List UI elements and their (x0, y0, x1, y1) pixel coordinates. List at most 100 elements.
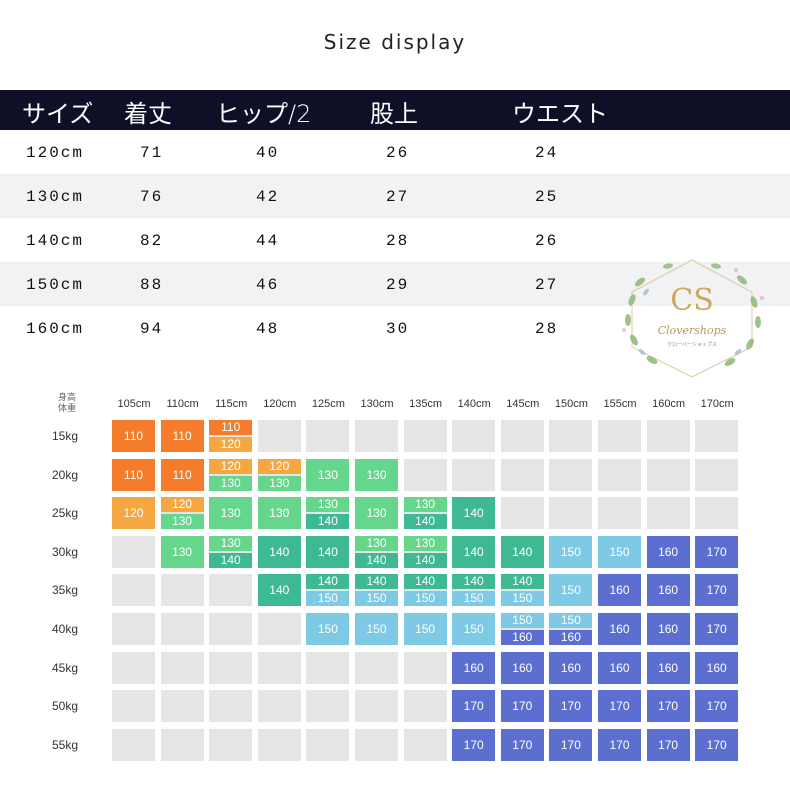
empty-cell (500, 458, 544, 491)
size-table-cell: 150cm (26, 276, 85, 294)
chart-row-header: 20kg (52, 467, 79, 482)
chart-column-header: 130cm (360, 398, 394, 410)
chart-row-header: 35kg (52, 583, 79, 598)
chart-column-header: 155cm (603, 398, 637, 410)
size-value: 130 (209, 497, 253, 530)
size-cell: 140 (257, 574, 301, 607)
size-cell: 160 (646, 613, 690, 645)
size-cell: 170 (500, 690, 544, 723)
chart-column-header: 125cm (311, 398, 345, 410)
size-table-cell: 140cm (26, 232, 85, 250)
size-cell: 150 (452, 613, 496, 645)
size-value: 160 (646, 613, 690, 645)
empty-cell (403, 651, 447, 684)
size-table-row: 130cm 76 42 27 25 (0, 174, 790, 218)
size-value: 170 (452, 690, 496, 723)
size-value: 160 (598, 574, 641, 607)
size-value: 130 (209, 535, 253, 551)
empty-cell (598, 420, 641, 452)
size-cell: 130 (306, 458, 350, 491)
size-cell: 150 (355, 613, 398, 645)
size-cell: 140 (452, 535, 496, 568)
size-value: 160 (452, 651, 496, 684)
size-value: 160 (500, 651, 544, 684)
size-table-cell: 120cm (26, 144, 85, 162)
empty-cell (500, 497, 544, 530)
chart-column-header: 170cm (700, 398, 734, 410)
size-value: 140 (452, 497, 496, 530)
size-value: 110 (112, 458, 155, 491)
size-cell: 170 (695, 613, 739, 645)
chart-corner-label: 身高 体重 (58, 393, 76, 415)
chart-row-header: 45kg (52, 660, 79, 675)
size-value: 150 (598, 535, 641, 568)
size-cell: 130 (209, 497, 253, 530)
size-table-cell: 29 (386, 276, 410, 294)
size-value: 160 (500, 630, 544, 645)
empty-cell (160, 690, 204, 723)
empty-cell (112, 535, 155, 568)
empty-cell (306, 690, 350, 723)
size-cell: 160 (452, 651, 496, 684)
size-value: 130 (355, 497, 398, 530)
empty-cell (355, 651, 398, 684)
size-cell: 160 (598, 613, 641, 645)
empty-cell (257, 613, 301, 645)
size-value: 130 (403, 535, 447, 551)
size-table-cell: 28 (386, 232, 410, 250)
size-cell: 110 (160, 458, 204, 491)
size-cell: 160 (646, 651, 690, 684)
chart-row-header: 55kg (52, 737, 79, 752)
chart-column-header: 110cm (166, 398, 199, 410)
chart-row-header: 25kg (52, 506, 79, 521)
size-table-cell: 48 (256, 320, 280, 338)
size-cell: 150 (549, 574, 593, 607)
size-table-cell: 26 (386, 144, 410, 162)
size-value: 170 (549, 690, 593, 723)
size-cell: 120 (112, 497, 155, 530)
size-cell: 130 140 (209, 535, 253, 568)
size-value: 170 (695, 574, 739, 607)
size-table-cell: 44 (256, 232, 280, 250)
empty-cell (355, 690, 398, 723)
empty-cell (695, 497, 739, 530)
size-value: 140 (403, 574, 447, 590)
size-cell: 150 (549, 535, 593, 568)
size-cell: 110 (112, 420, 155, 452)
size-value: 160 (598, 613, 641, 645)
empty-cell (306, 728, 350, 761)
corner-weight: 体重 (58, 404, 77, 414)
size-cell: 160 (695, 651, 739, 684)
size-value: 140 (257, 574, 301, 607)
empty-cell (549, 458, 593, 491)
clovershops-logo: CS Clovershops クローバーショップス (622, 259, 764, 378)
size-value: 150 (403, 613, 447, 645)
empty-cell (209, 728, 253, 761)
size-cell: 150 (598, 535, 641, 568)
size-cell: 150 (403, 613, 447, 645)
size-value: 170 (695, 690, 739, 723)
empty-cell (306, 651, 350, 684)
size-value: 150 (500, 613, 544, 628)
size-cell: 170 (646, 728, 690, 761)
size-cell: 140 150 (403, 574, 447, 607)
chart-row-header: 30kg (52, 544, 79, 559)
header-rise: 股上 (370, 100, 418, 128)
size-table-cell: 88 (140, 276, 164, 294)
corner-height: 身高 (58, 393, 77, 403)
empty-cell (209, 613, 253, 645)
size-cell: 150 (306, 613, 350, 645)
empty-cell (452, 458, 496, 491)
size-table-cell: 42 (256, 188, 280, 206)
chart-row-header: 40kg (52, 622, 79, 636)
size-value: 170 (598, 728, 641, 761)
size-cell: 170 (695, 574, 739, 607)
empty-cell (209, 651, 253, 684)
size-value: 170 (695, 613, 739, 645)
size-cell: 130 140 (355, 535, 398, 568)
size-table-cell: 24 (535, 144, 559, 162)
size-value: 130 (257, 475, 301, 491)
size-cell: 140 150 (355, 574, 398, 607)
empty-cell (355, 420, 398, 452)
size-value: 150 (549, 613, 593, 628)
